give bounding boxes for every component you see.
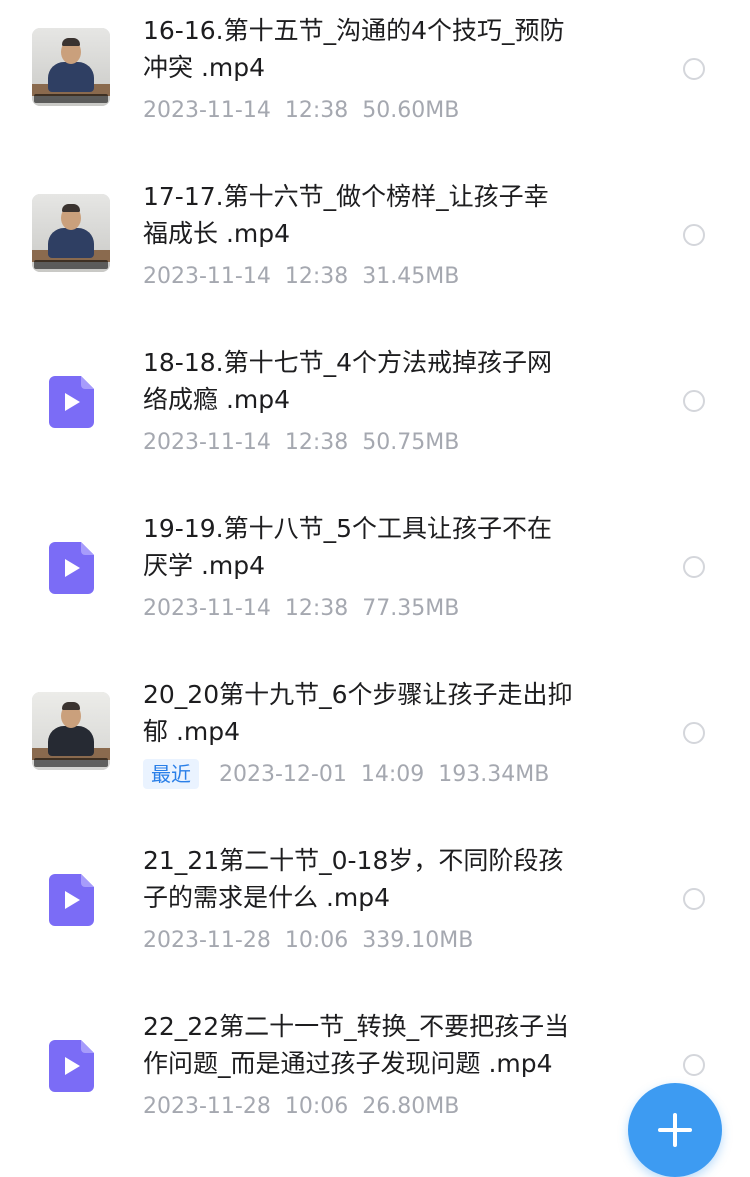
file-size: 193.34MB (438, 762, 550, 787)
file-meta: 2023-11-28 10:06 339.10MB (143, 925, 473, 957)
video-thumbnail (32, 692, 110, 770)
file-time: 14:09 (360, 762, 425, 787)
file-row[interactable]: 19-19.第十八节_5个工具让孩子不在 厌学 .mp4 2023-11-14 12:… (0, 498, 750, 664)
select-radio[interactable] (683, 58, 705, 80)
select-radio[interactable] (683, 888, 705, 910)
video-file-icon (49, 542, 94, 594)
file-size: 50.60MB (362, 98, 460, 123)
file-name: 16-16.第十五节_沟通的4个技巧_预防 冲突 .mp4 (143, 16, 565, 82)
video-thumbnail (32, 28, 110, 106)
file-meta: 最近 2023-12-01 14:09 193.34MB (143, 759, 549, 791)
file-row[interactable]: 18-18.第十七节_4个方法戒掉孩子网 络成瘾 .mp4 2023-11-14 12… (0, 332, 750, 498)
file-meta: 2023-11-14 12:38 50.60MB (143, 95, 459, 127)
file-name: 21_21第二十节_0-18岁，不同阶段孩 子的需求是什么 .mp4 (143, 846, 564, 912)
file-meta: 2023-11-14 12:38 50.75MB (143, 427, 459, 459)
file-row[interactable]: 16-16.第十五节_沟通的4个技巧_预防 冲突 .mp4 2023-11-14 12… (0, 0, 750, 166)
file-name: 19-19.第十八节_5个工具让孩子不在 厌学 .mp4 (143, 514, 552, 580)
select-radio[interactable] (683, 722, 705, 744)
file-date: 2023-12-01 (219, 762, 347, 787)
file-row[interactable]: 21_21第二十节_0-18岁，不同阶段孩 子的需求是什么 .mp4 2023-11… (0, 830, 750, 996)
file-time: 10:06 (284, 928, 349, 953)
recent-badge: 最近 (143, 759, 199, 789)
file-date: 2023-11-28 (143, 928, 271, 953)
file-meta: 2023-11-28 10:06 26.80MB (143, 1091, 459, 1123)
file-date: 2023-11-14 (143, 98, 271, 123)
file-list: 16-16.第十五节_沟通的4个技巧_预防 冲突 .mp4 2023-11-14 12… (0, 0, 750, 1149)
file-date: 2023-11-14 (143, 430, 271, 455)
file-time: 12:38 (284, 596, 349, 621)
select-radio[interactable] (683, 556, 705, 578)
file-date: 2023-11-28 (143, 1094, 271, 1119)
file-date: 2023-11-14 (143, 264, 271, 289)
file-size: 26.80MB (362, 1094, 460, 1119)
video-file-icon (49, 376, 94, 428)
add-fab-button[interactable] (628, 1083, 722, 1177)
file-name: 22_22第二十一节_转换_不要把孩子当 作问题_而是通过孩子发现问题 .mp4 (143, 1012, 570, 1078)
file-time: 12:38 (284, 430, 349, 455)
file-size: 339.10MB (362, 928, 474, 953)
video-thumbnail (32, 194, 110, 272)
file-time: 12:38 (284, 264, 349, 289)
select-radio[interactable] (683, 1054, 705, 1076)
file-time: 10:06 (284, 1094, 349, 1119)
file-size: 77.35MB (362, 596, 460, 621)
file-meta: 2023-11-14 12:38 31.45MB (143, 261, 459, 293)
file-name: 17-17.第十六节_做个榜样_让孩子幸 福成长 .mp4 (143, 182, 549, 248)
file-time: 12:38 (284, 98, 349, 123)
file-name: 20_20第十九节_6个步骤让孩子走出抑郁 .mp4 (143, 680, 573, 746)
file-meta: 2023-11-14 12:38 77.35MB (143, 593, 459, 625)
file-size: 31.45MB (362, 264, 460, 289)
select-radio[interactable] (683, 390, 705, 412)
file-row[interactable]: 20_20第十九节_6个步骤让孩子走出抑郁 .mp4 最近 2023-12-01 14… (0, 664, 750, 830)
select-radio[interactable] (683, 224, 705, 246)
file-size: 50.75MB (362, 430, 460, 455)
video-file-icon (49, 1040, 94, 1092)
file-row[interactable]: 17-17.第十六节_做个榜样_让孩子幸 福成长 .mp4 2023-11-14 12… (0, 166, 750, 332)
video-file-icon (49, 874, 94, 926)
plus-icon-vertical (673, 1113, 677, 1147)
file-name: 18-18.第十七节_4个方法戒掉孩子网 络成瘾 .mp4 (143, 348, 552, 414)
file-date: 2023-11-14 (143, 596, 271, 621)
